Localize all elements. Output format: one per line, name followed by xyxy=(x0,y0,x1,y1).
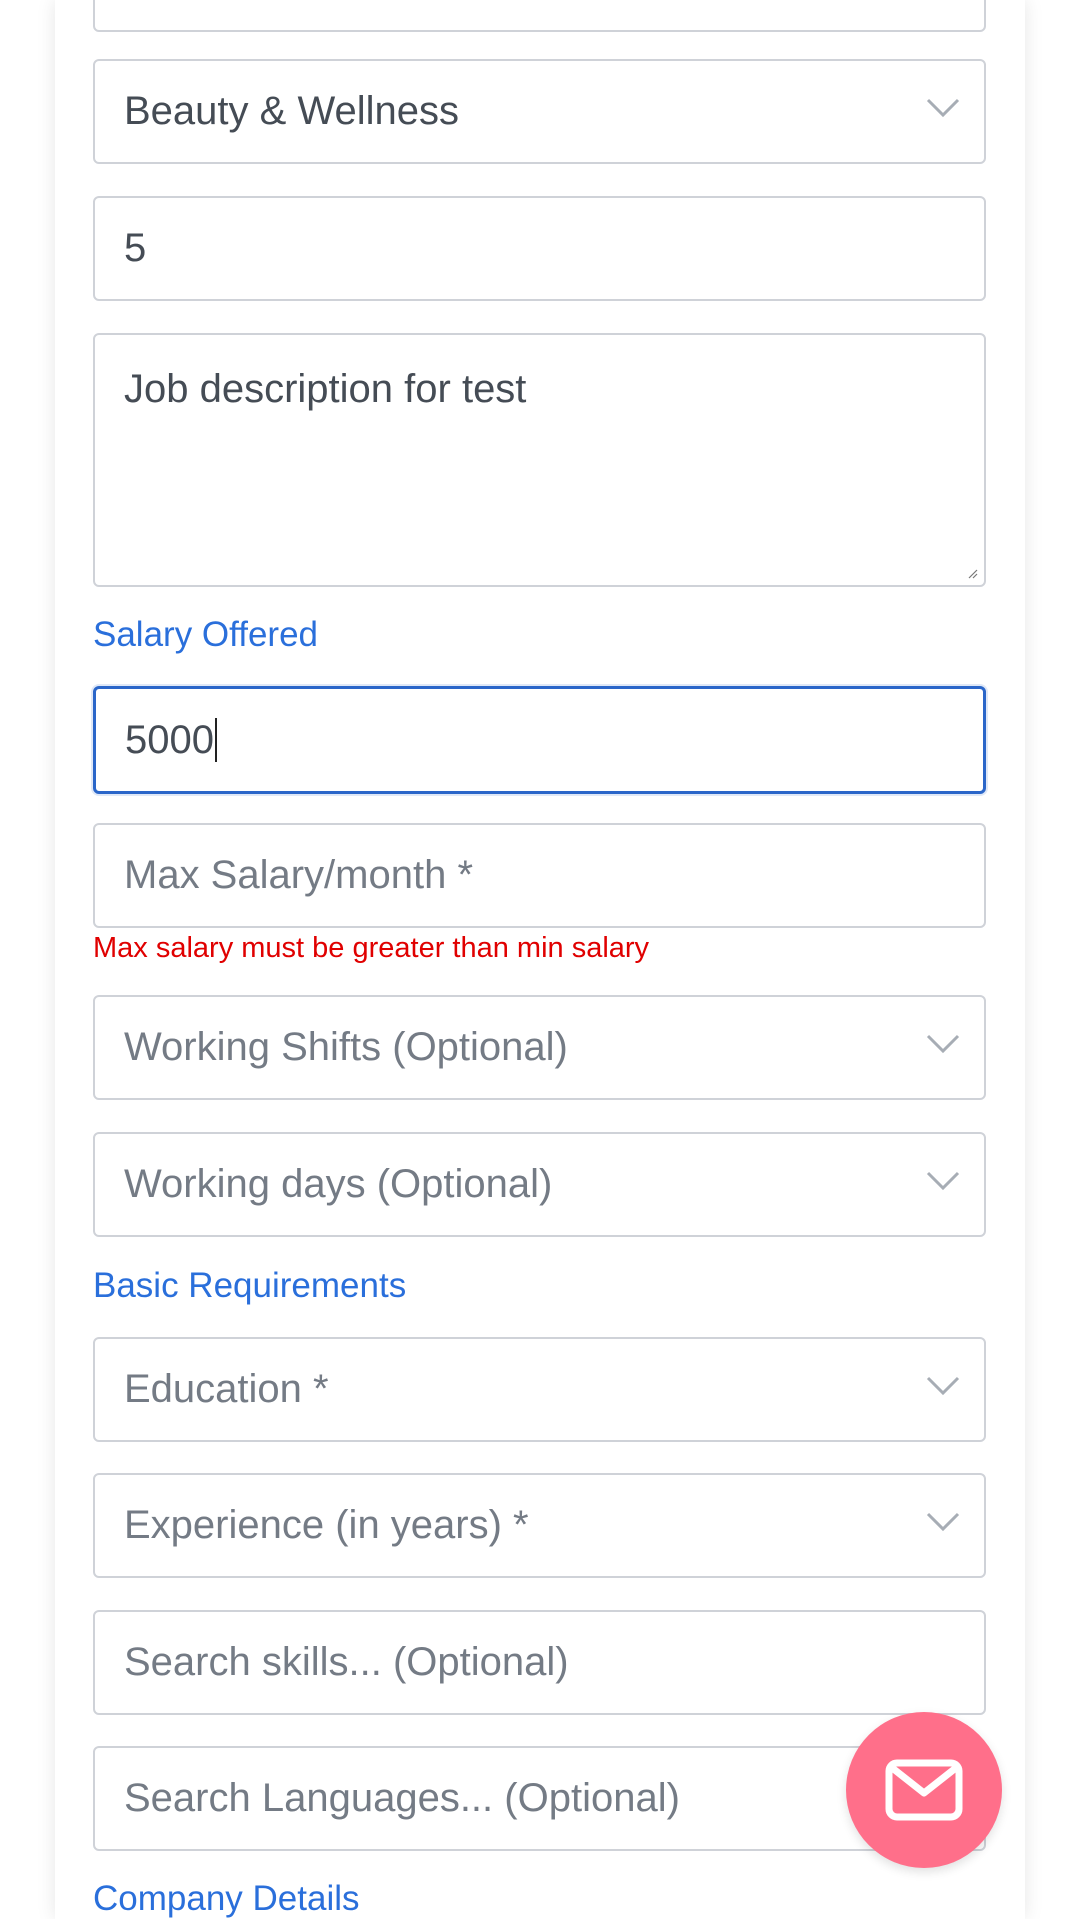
max-salary-input[interactable]: Max Salary/month * xyxy=(93,823,986,928)
min-salary-value: 5000 xyxy=(125,717,214,762)
chevron-down-icon xyxy=(926,98,960,117)
chevron-down-icon xyxy=(926,1171,960,1190)
working-days-select[interactable]: Working days (Optional) xyxy=(93,1132,986,1237)
previous-field[interactable] xyxy=(93,0,986,32)
resize-grip-icon[interactable] xyxy=(968,569,978,579)
education-placeholder: Education * xyxy=(124,1367,329,1411)
category-select-value: Beauty & Wellness xyxy=(124,89,459,133)
mail-icon xyxy=(885,1759,963,1821)
min-salary-input[interactable]: 5000 xyxy=(93,686,986,794)
working-days-placeholder: Working days (Optional) xyxy=(124,1162,553,1206)
max-salary-placeholder: Max Salary/month * xyxy=(124,853,474,897)
openings-input-value: 5 xyxy=(124,226,147,270)
requirements-section-label: Basic Requirements xyxy=(93,1266,407,1305)
skills-search-input[interactable]: Search skills... (Optional) xyxy=(93,1610,986,1715)
working-shifts-placeholder: Working Shifts (Optional) xyxy=(124,1025,568,1069)
chevron-down-icon xyxy=(926,1034,960,1053)
company-section-label: Company Details xyxy=(93,1879,360,1918)
chevron-down-icon xyxy=(926,1512,960,1531)
category-select[interactable]: Beauty & Wellness xyxy=(93,59,986,164)
text-cursor xyxy=(214,718,217,762)
salary-section-label: Salary Offered xyxy=(93,615,319,654)
education-select[interactable]: Education * xyxy=(93,1337,986,1442)
experience-select[interactable]: Experience (in years) * xyxy=(93,1473,986,1578)
working-shifts-select[interactable]: Working Shifts (Optional) xyxy=(93,995,986,1100)
languages-search-placeholder: Search Languages... (Optional) xyxy=(124,1776,680,1820)
chevron-down-icon xyxy=(926,1376,960,1395)
contact-fab-button[interactable] xyxy=(846,1712,1002,1868)
max-salary-error: Max salary must be greater than min sala… xyxy=(93,932,650,964)
skills-search-placeholder: Search skills... (Optional) xyxy=(124,1640,569,1684)
experience-placeholder: Experience (in years) * xyxy=(124,1503,529,1547)
openings-input[interactable]: 5 xyxy=(93,196,986,301)
job-description-value: Job description for test xyxy=(124,367,527,411)
job-description-textarea[interactable]: Job description for test xyxy=(93,333,986,587)
